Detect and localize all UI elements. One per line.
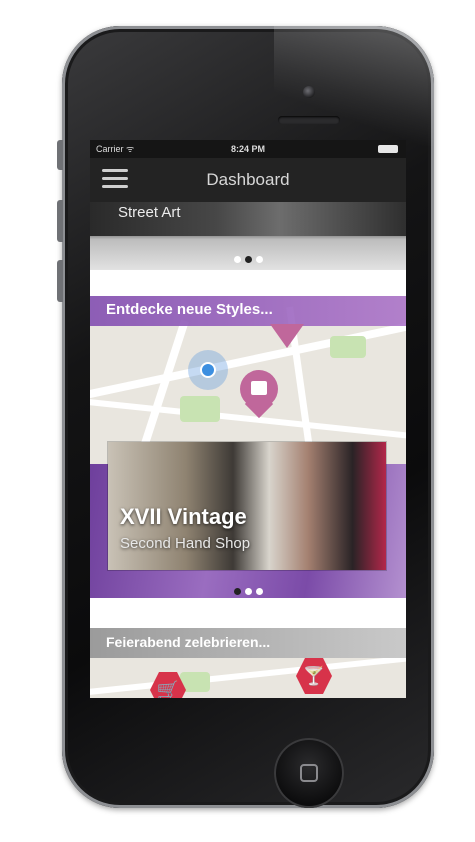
- app-screen: Carrier ᯤ 8:24 PM Dashboard Street Art E…: [90, 140, 406, 698]
- section-header: Entdecke neue Styles...: [90, 296, 406, 326]
- discover-styles-card[interactable]: Entdecke neue Styles... XVII Vintage Sec…: [90, 296, 406, 598]
- evening-card[interactable]: Feierabend zelebrieren... 🛒 🍸: [90, 628, 406, 698]
- section-header: Feierabend zelebrieren...: [90, 628, 406, 658]
- street-art-label: Street Art: [118, 204, 181, 221]
- front-camera: [303, 86, 315, 98]
- section-title: Entdecke neue Styles...: [106, 301, 273, 318]
- volume-up-button[interactable]: [57, 200, 63, 242]
- pager-dot-active[interactable]: [233, 588, 241, 595]
- map-street: [90, 654, 406, 696]
- shop-name: XVII Vintage: [120, 504, 247, 529]
- navigation-bar: Dashboard: [90, 158, 406, 202]
- earpiece-speaker: [278, 116, 340, 124]
- pager-dot[interactable]: [255, 256, 263, 263]
- current-location-icon: [188, 350, 228, 390]
- pager-dot[interactable]: [255, 588, 263, 595]
- section-title: Feierabend zelebrieren...: [106, 634, 271, 650]
- home-button[interactable]: [274, 738, 344, 808]
- battery-icon: [378, 145, 398, 153]
- pager-dot-active[interactable]: [244, 256, 252, 263]
- volume-down-button[interactable]: [57, 260, 63, 302]
- map-park: [330, 336, 366, 358]
- carousel-pager[interactable]: [90, 250, 406, 268]
- page-title: Dashboard: [206, 170, 290, 189]
- shopping-bag-pin-icon[interactable]: [240, 370, 278, 428]
- home-button-icon: [300, 764, 318, 782]
- shop-type: Second Hand Shop: [120, 535, 251, 552]
- shop-photo[interactable]: XVII Vintage Second Hand Shop: [108, 442, 386, 570]
- mute-switch[interactable]: [57, 140, 63, 170]
- map-park: [180, 396, 220, 422]
- street-art-card[interactable]: Street Art: [90, 202, 406, 270]
- status-time: 8:24 PM: [230, 144, 265, 154]
- pager-dot[interactable]: [244, 588, 252, 595]
- carousel-pager[interactable]: [90, 582, 406, 598]
- status-bar: Carrier ᯤ 8:24 PM: [90, 140, 406, 158]
- pager-dot[interactable]: [233, 256, 241, 263]
